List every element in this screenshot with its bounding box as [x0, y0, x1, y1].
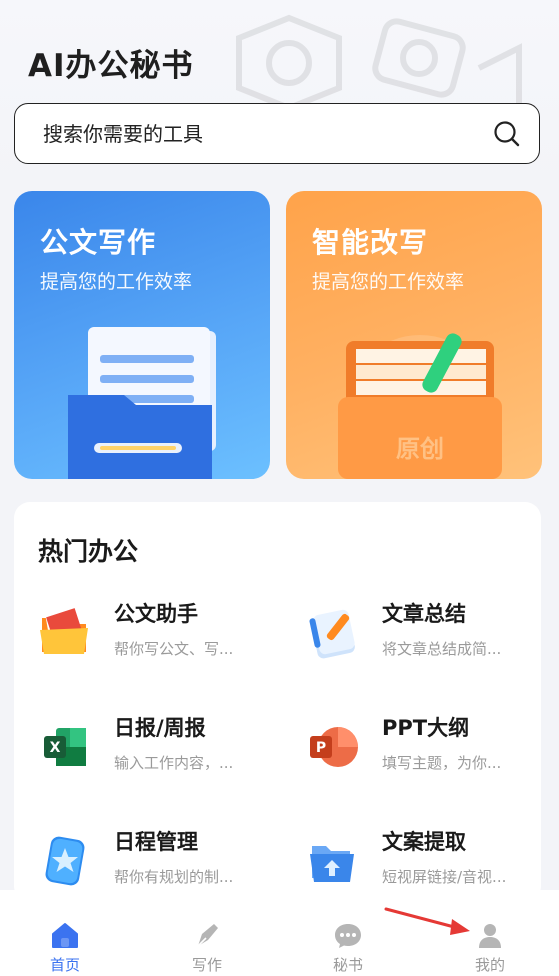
tool-name: 公文助手	[114, 602, 198, 626]
upload-folder-icon	[310, 846, 354, 882]
home-icon	[52, 923, 78, 948]
tool-desc: 填写主题，为你...	[382, 754, 502, 772]
card-subtitle: 提高您的工作效率	[40, 271, 193, 293]
app-title: AI办公秘书	[28, 48, 194, 84]
hot-office-panel: 热门办公 公文助手 帮你写公文、写... 文章总结 将文章总结成简... X 日…	[14, 502, 541, 902]
tool-name: PPT大纲	[382, 716, 470, 740]
document-folder-illustration	[68, 327, 216, 479]
card-subtitle: 提高您的工作效率	[312, 271, 465, 293]
tab-secretary[interactable]: 秘书	[308, 912, 388, 975]
tool-ppt-outline[interactable]: P PPT大纲 填写主题，为你...	[282, 712, 522, 792]
search-bar[interactable]	[14, 103, 540, 164]
tool-desc: 帮你写公文、写...	[114, 640, 234, 658]
tool-desc: 将文章总结成简...	[382, 640, 502, 658]
pen-icon	[197, 924, 218, 947]
tool-desc: 帮你有规划的制...	[114, 868, 234, 886]
tab-label: 首页	[49, 956, 80, 974]
tab-home[interactable]: 首页	[25, 912, 105, 975]
user-icon	[479, 924, 501, 948]
svg-text:X: X	[50, 740, 61, 756]
tool-daily-weekly-report[interactable]: X 日报/周报 输入工作内容，...	[14, 712, 254, 792]
card-title: 公文写作	[40, 226, 157, 259]
book-pen-illustration: 原创	[338, 333, 502, 479]
tool-desc: 短视屏链接/音视...	[382, 868, 507, 886]
red-arrow-annotation	[384, 907, 470, 935]
tool-name: 日报/周报	[114, 716, 206, 740]
tool-article-summary[interactable]: 文章总结 将文章总结成简...	[282, 598, 522, 678]
tab-writing[interactable]: 写作	[167, 912, 247, 975]
official-writing-card[interactable]: 公文写作 提高您的工作效率	[14, 191, 270, 479]
search-icon[interactable]	[493, 120, 521, 148]
smart-rewrite-card[interactable]: 智能改写 提高您的工作效率 原创	[286, 191, 542, 479]
excel-icon: X	[44, 728, 86, 766]
search-input[interactable]	[41, 120, 493, 147]
chat-icon	[335, 924, 361, 948]
card-art-text: 原创	[396, 435, 444, 463]
star-card-icon	[45, 836, 85, 886]
svg-text:P: P	[316, 740, 326, 756]
card-title: 智能改写	[312, 226, 429, 259]
tool-name: 日程管理	[114, 830, 198, 854]
notebook-icon	[309, 609, 355, 659]
tool-name: 文章总结	[382, 602, 466, 626]
folder-icon	[40, 608, 88, 654]
tool-official-assistant[interactable]: 公文助手 帮你写公文、写...	[14, 598, 254, 678]
tool-name: 文案提取	[382, 830, 466, 854]
background-decoration	[236, 14, 522, 112]
powerpoint-icon: P	[310, 727, 358, 767]
tool-desc: 输入工作内容，...	[114, 754, 234, 772]
panel-title: 热门办公	[38, 537, 139, 566]
tab-label: 秘书	[332, 956, 363, 974]
tab-label: 写作	[191, 956, 222, 974]
tab-label: 我的	[474, 956, 505, 974]
bottom-tab-bar: 首页 写作 秘书 我的	[0, 890, 559, 976]
